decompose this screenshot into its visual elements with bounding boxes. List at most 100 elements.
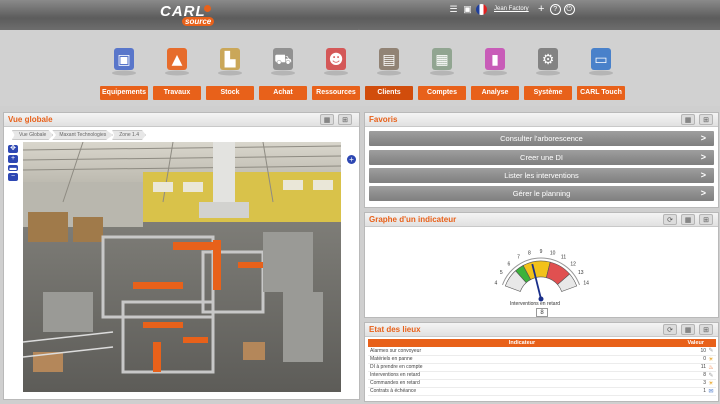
- refresh-icon[interactable]: ⟳: [663, 324, 677, 335]
- panel-options-icon[interactable]: ▦: [320, 114, 334, 125]
- menu-item-stock[interactable]: ▙ Stock: [206, 42, 254, 100]
- equipment-cubes-icon: ▣: [109, 42, 139, 76]
- tablet-icon: ▭: [586, 42, 616, 76]
- menu-item-label: Achat: [259, 86, 307, 100]
- breadcrumb-item[interactable]: Maxant Technologies: [52, 130, 114, 140]
- panel-title: Vue globale: [8, 115, 53, 124]
- gauge-tick-label: 6: [507, 261, 510, 267]
- panel-title: Graphe d'un indicateur: [369, 215, 457, 224]
- favori-consulter-arborescence-button[interactable]: Consulter l'arborescence >: [369, 131, 714, 146]
- table-row[interactable]: Alarmes sur convoyeur 10 ✎: [368, 347, 716, 356]
- favori-lister-interventions-button[interactable]: Lister les interventions >: [369, 168, 714, 183]
- gauge-tick-label: 9: [540, 249, 543, 255]
- menu-item-ressources[interactable]: ☻ Ressources: [312, 42, 360, 100]
- chevron-right-icon: >: [700, 170, 706, 180]
- gauge-tick-label: 7: [517, 255, 520, 261]
- panel-title: Etat des lieux: [369, 325, 421, 334]
- menu-item-achat[interactable]: ⛟ Achat: [259, 42, 307, 100]
- menu-item-clients[interactable]: ▤ Clients: [365, 42, 413, 100]
- breadcrumb-item[interactable]: Vue Globale: [12, 130, 54, 140]
- menu-item-label: Analyse: [471, 86, 519, 100]
- table-row[interactable]: Interventions en retard 8 ✎: [368, 371, 716, 380]
- indicator-name[interactable]: Interventions en retard: [368, 371, 676, 380]
- power-icon[interactable]: ⏻: [563, 3, 575, 15]
- user-name-link[interactable]: Jean Factory: [494, 6, 529, 12]
- expand-icon[interactable]: +: [347, 155, 356, 164]
- zoom-level-icon[interactable]: ▬: [8, 165, 18, 172]
- panel-title: Favoris: [369, 115, 398, 124]
- indicator-name[interactable]: DI à prendre en compte: [368, 363, 676, 372]
- logo-sub-text: source: [182, 17, 215, 26]
- table-row[interactable]: Matériels en panne 0 ☀: [368, 355, 716, 364]
- menu-item-label: Stock: [206, 86, 254, 100]
- panel-layout-icon[interactable]: ⊞: [699, 114, 713, 125]
- gears-icon: ⚙: [533, 42, 563, 76]
- menu-item-label: Comptes: [418, 86, 466, 100]
- panel-options-icon[interactable]: ▦: [681, 114, 695, 125]
- zoom-out-icon[interactable]: −: [8, 173, 18, 181]
- factory-scene-image[interactable]: [23, 142, 341, 392]
- shopping-cart-icon: ⛟: [268, 42, 298, 76]
- indicator-name[interactable]: Contrats à échéance: [368, 387, 676, 396]
- menu-item-label: CARL Touch: [577, 86, 625, 100]
- gauge-tick-label: 4: [495, 281, 498, 287]
- people-icon: ☻: [321, 42, 351, 76]
- column-header-valeur[interactable]: Valeur: [676, 339, 706, 347]
- svg-text:⛟: ⛟: [274, 52, 292, 68]
- table-row[interactable]: Contrats à échéance 1 ✉: [368, 387, 716, 396]
- list-icon[interactable]: ☰: [448, 4, 459, 15]
- indicator-name[interactable]: Commandes en retard: [368, 379, 676, 388]
- menu-item-equipements[interactable]: ▣ Equipements: [100, 42, 148, 100]
- forklift-icon: ▙: [215, 42, 245, 76]
- menu-item-comptes[interactable]: ▦ Comptes: [418, 42, 466, 100]
- breadcrumb-item[interactable]: Zone 1.4: [112, 130, 146, 140]
- menu-item-travaux[interactable]: ▲ Travaux: [153, 42, 201, 100]
- language-flag-icon[interactable]: [476, 3, 487, 15]
- panel-options-icon[interactable]: ▦: [681, 214, 695, 225]
- menu-item-label: Ressources: [312, 86, 360, 100]
- panel-layout-icon[interactable]: ⊞: [699, 214, 713, 225]
- indicator-name[interactable]: Matériels en panne: [368, 355, 676, 364]
- sun-warning-icon: ☀: [706, 379, 716, 388]
- table-row[interactable]: DI à prendre en compte 11 ♨: [368, 363, 716, 372]
- svg-text:▲: ▲: [172, 52, 183, 68]
- chevron-right-icon: >: [700, 152, 706, 162]
- panel-layout-icon[interactable]: ⊞: [338, 114, 352, 125]
- table-row[interactable]: Commandes en retard 3 ☀: [368, 379, 716, 388]
- menu-item-carl-touch[interactable]: ▭ CARL Touch: [577, 42, 625, 100]
- panel-header: Favoris ▦ ⊞: [365, 113, 718, 127]
- favori-creer-di-button[interactable]: Creer une DI >: [369, 150, 714, 165]
- zoom-controls: ✥ + ▬ −: [8, 145, 20, 183]
- etat-des-lieux-panel: Etat des lieux ⟳ ▦ ⊞ Indicateur Valeur A…: [364, 322, 719, 402]
- gauge-value: 8: [536, 308, 548, 317]
- refresh-icon[interactable]: ⟳: [663, 214, 677, 225]
- pan-icon[interactable]: ✥: [8, 145, 18, 153]
- svg-text:⚙: ⚙: [542, 52, 555, 68]
- panel-options-icon[interactable]: ▦: [681, 324, 695, 335]
- column-header-indicateur[interactable]: Indicateur: [368, 339, 676, 347]
- indicator-name[interactable]: Alarmes sur convoyeur: [368, 347, 676, 356]
- menu-item-analyse[interactable]: ▮ Analyse: [471, 42, 519, 100]
- gauge-tick-label: 11: [561, 255, 566, 261]
- add-icon[interactable]: +: [536, 3, 547, 15]
- favori-label: Creer une DI: [520, 153, 563, 162]
- panel-layout-icon[interactable]: ⊞: [699, 324, 713, 335]
- gauge-tick-label: 12: [570, 261, 576, 267]
- favori-gerer-planning-button[interactable]: Gérer le planning >: [369, 186, 714, 201]
- gauge-tick-label: 10: [550, 250, 556, 256]
- svg-text:☻: ☻: [329, 52, 344, 68]
- logo-dot: [204, 5, 211, 12]
- toolbar-icons: ☰ ▣ Jean Factory + ? ⏻: [448, 3, 575, 15]
- flame-icon: ♨: [706, 363, 716, 372]
- gauge-tick-label: 13: [578, 270, 584, 276]
- chevron-right-icon: >: [700, 188, 706, 198]
- menu-item-label: Travaux: [153, 86, 201, 100]
- svg-text:▤: ▤: [382, 52, 395, 68]
- zoom-in-icon[interactable]: +: [8, 155, 18, 163]
- messages-icon[interactable]: ▣: [462, 4, 473, 15]
- menu-item-syst-me[interactable]: ⚙ Système: [524, 42, 572, 100]
- svg-text:▣: ▣: [117, 52, 130, 68]
- carl-source-logo[interactable]: CARL source: [160, 2, 218, 28]
- indicator-value: 11: [676, 363, 706, 372]
- help-icon[interactable]: ?: [549, 3, 561, 15]
